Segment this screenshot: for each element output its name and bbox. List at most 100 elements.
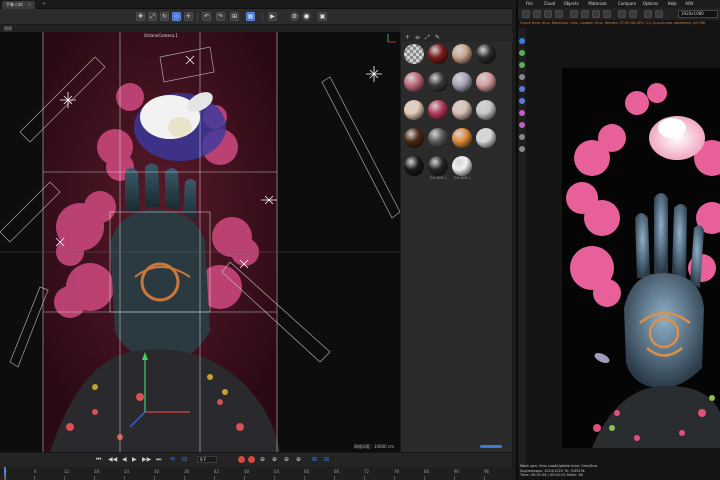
material-swatch[interactable] xyxy=(451,100,473,124)
material-preview-sphere xyxy=(476,128,496,148)
material-preview-sphere xyxy=(404,128,424,148)
material-zoom-slider[interactable] xyxy=(480,445,502,448)
frame-tick xyxy=(244,476,245,480)
new-material-icon[interactable]: + xyxy=(405,34,410,41)
next-frame-icon[interactable]: ▶▶ xyxy=(142,456,151,463)
redo-icon[interactable]: ↷ xyxy=(216,12,225,21)
render-menu-item[interactable]: Help xyxy=(668,0,677,8)
loop-icon[interactable]: ⟲ xyxy=(170,456,175,463)
material-swatch[interactable] xyxy=(475,100,497,124)
texture-icon[interactable] xyxy=(519,98,525,104)
rendered-scene xyxy=(566,83,720,448)
prev-frame-icon[interactable]: ◀ xyxy=(122,456,127,463)
render-menu-item[interactable]: Cloud xyxy=(544,0,555,8)
save-image-icon[interactable] xyxy=(629,10,637,18)
material-swatch[interactable] xyxy=(451,44,473,68)
region-icon[interactable] xyxy=(592,10,600,18)
prev-key-icon[interactable]: ◀◀ xyxy=(108,456,117,463)
rotate-icon[interactable]: ↻ xyxy=(160,12,169,21)
material-swatch[interactable] xyxy=(403,128,425,152)
material-preview-sphere xyxy=(404,72,424,92)
live-select-icon[interactable]: ◎ xyxy=(172,12,181,21)
snap-icon[interactable]: ⊞ xyxy=(230,12,239,21)
material-swatch[interactable] xyxy=(403,156,425,180)
add-tab-icon[interactable]: + xyxy=(42,1,46,7)
environment-icon[interactable] xyxy=(519,62,525,68)
info-icon[interactable] xyxy=(519,134,525,140)
go-to-end-icon[interactable]: ⏭ xyxy=(156,456,161,464)
auto-key-icon[interactable] xyxy=(248,456,255,463)
render-view-icon[interactable]: ▶ xyxy=(268,12,277,21)
keyframe-mode-icon[interactable]: ⊟ xyxy=(182,456,187,463)
key-param-icon[interactable]: ⊕ xyxy=(296,456,301,463)
light-icon[interactable] xyxy=(519,50,525,56)
material-swatch[interactable] xyxy=(451,128,473,152)
timeline-ruler[interactable]: 0 6 12 18 24 30 36 42 48 54 60 66 72 78 84 90 96 xyxy=(0,467,512,480)
render-menu-item[interactable]: Options xyxy=(643,0,658,8)
axis-icon[interactable]: ✛ xyxy=(184,12,193,21)
material-swatch[interactable] xyxy=(427,100,449,124)
close-icon[interactable]: × xyxy=(28,2,31,7)
focus-pick-icon[interactable] xyxy=(603,10,611,18)
rendered-image[interactable] xyxy=(562,68,720,448)
zoom-icon[interactable] xyxy=(655,10,663,18)
restart-render-icon[interactable] xyxy=(533,10,541,18)
motion-system-icon[interactable]: ⊞ xyxy=(312,456,317,463)
material-swatch[interactable] xyxy=(475,44,497,68)
stop-render-icon[interactable] xyxy=(555,10,563,18)
material-swatch[interactable]: Oct.Diff.1 xyxy=(427,156,449,180)
settings-icon[interactable] xyxy=(519,110,525,116)
color-pick-icon[interactable] xyxy=(618,10,626,18)
record-key-icon[interactable] xyxy=(238,456,245,463)
move-icon[interactable]: ✥ xyxy=(136,12,145,21)
material-expand-icon[interactable]: ⤢ xyxy=(425,34,430,42)
workplane-icon[interactable]: ▦ xyxy=(246,12,255,21)
material-swatch[interactable] xyxy=(403,72,425,96)
material-swatch[interactable] xyxy=(403,44,425,68)
undo-icon[interactable]: ↶ xyxy=(202,12,211,21)
render-menu-bar: File Cloud Objects Materials Compare Options H… xyxy=(518,0,720,8)
render-menu-item[interactable]: Objects xyxy=(564,0,579,8)
pause-render-icon[interactable] xyxy=(544,10,552,18)
clay-mode-icon[interactable] xyxy=(570,10,578,18)
material-menu-icon[interactable]: ≡ xyxy=(415,34,420,41)
material-swatch[interactable] xyxy=(451,72,473,96)
camera-icon[interactable] xyxy=(519,38,525,44)
material-swatch[interactable]: Oct.Diff.1 xyxy=(451,156,473,180)
current-frame-field[interactable]: 0 F xyxy=(197,456,217,463)
help-icon[interactable] xyxy=(519,146,525,152)
material-edit-icon[interactable]: ✎ xyxy=(435,34,440,41)
material-swatch[interactable] xyxy=(427,72,449,96)
lock-icon[interactable] xyxy=(581,10,589,18)
key-rotation-icon[interactable]: ⊕ xyxy=(272,456,277,463)
material-swatch[interactable] xyxy=(427,128,449,152)
render-glass-hand xyxy=(624,193,704,388)
document-tab[interactable]: 手掌.c4d × xyxy=(2,1,36,9)
aov-icon[interactable] xyxy=(519,122,525,128)
play-icon[interactable]: ▶ xyxy=(132,456,137,463)
material-swatch[interactable] xyxy=(475,72,497,96)
render-menu-item[interactable]: File xyxy=(526,0,533,8)
3d-viewport[interactable]: OctaneCamera.1 网格间距 : 10000 cm xyxy=(0,32,400,452)
key-position-icon[interactable]: ⊕ xyxy=(260,456,265,463)
material-swatch[interactable] xyxy=(403,100,425,124)
go-to-start-icon[interactable]: ⏮ xyxy=(96,456,101,464)
material-swatch[interactable] xyxy=(427,44,449,68)
object-tag-icon[interactable] xyxy=(519,74,525,80)
send-scene-icon[interactable] xyxy=(522,10,530,18)
key-scale-icon[interactable]: ⊕ xyxy=(284,456,289,463)
resolution-select[interactable]: 1920x1080 xyxy=(678,10,718,18)
camera-icon[interactable]: ▣ xyxy=(318,12,327,21)
render-menu-item[interactable]: Materials xyxy=(588,0,606,8)
material-icon[interactable] xyxy=(519,86,525,92)
render-picture-viewer-icon[interactable]: ● xyxy=(302,12,311,21)
render-menu-item[interactable]: AOV xyxy=(685,0,693,8)
grid-spacing-status: 网格间距 : 10000 cm xyxy=(354,444,394,449)
scale-icon[interactable]: ⤢ xyxy=(148,12,157,21)
render-settings-icon[interactable]: ⚙ xyxy=(290,12,299,21)
fit-view-icon[interactable] xyxy=(644,10,652,18)
viewport-label[interactable]: 透视 xyxy=(4,26,12,31)
dope-sheet-icon[interactable]: ⊞ xyxy=(324,456,329,463)
material-swatch[interactable] xyxy=(475,128,497,152)
render-menu-item[interactable]: Compare xyxy=(618,0,636,8)
